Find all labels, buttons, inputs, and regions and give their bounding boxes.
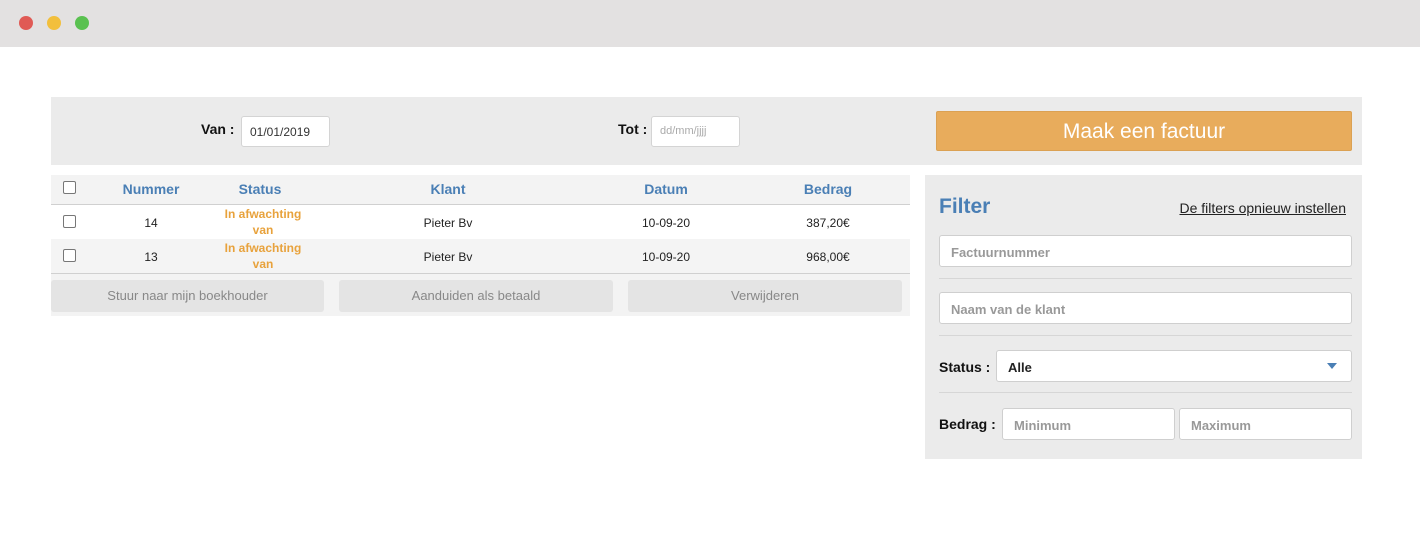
filter-title: Filter — [939, 195, 991, 218]
invoice-number-input[interactable]: Factuurnummer — [939, 235, 1352, 267]
amount-filter-label: Bedrag : — [939, 416, 996, 432]
to-date-label: Tot : — [618, 121, 648, 137]
client-name-input[interactable]: Naam van de klant — [939, 292, 1352, 324]
status-filter-label: Status : — [939, 359, 991, 375]
window-titlebar — [0, 0, 1420, 47]
invoice-table: Nummer Status Klant Datum Bedrag 14 In a… — [51, 175, 910, 316]
to-date-input[interactable]: dd/mm/jjjj — [651, 116, 740, 147]
column-header-date[interactable]: Datum — [616, 181, 716, 197]
status-select-value: Alle — [1008, 360, 1032, 375]
divider — [939, 392, 1352, 393]
delete-button[interactable]: Verwijderen — [628, 280, 902, 312]
column-header-client[interactable]: Klant — [398, 181, 498, 197]
invoice-date: 10-09-20 — [641, 250, 691, 264]
invoice-amount: 387,20€ — [806, 216, 850, 230]
status-text-line1: In afwachting — [224, 241, 302, 255]
invoice-number: 14 — [144, 216, 158, 230]
status-select[interactable]: Alle — [996, 350, 1352, 382]
table-row[interactable]: 14 In afwachting van Pieter Bv 10-09-20 … — [51, 205, 910, 239]
minimize-window-button[interactable] — [47, 16, 61, 30]
invoice-date: 10-09-20 — [641, 216, 691, 230]
from-date-input[interactable]: 01/01/2019 — [241, 116, 330, 147]
table-row[interactable]: 13 In afwachting van Pieter Bv 10-09-20 … — [51, 239, 910, 274]
client-name: Pieter Bv — [423, 216, 473, 230]
create-invoice-button[interactable]: Maak een factuur — [936, 111, 1352, 151]
chevron-down-icon — [1327, 363, 1337, 369]
mark-as-paid-button[interactable]: Aanduiden als betaald — [339, 280, 613, 312]
status-badge: In afwachting van — [210, 240, 316, 272]
column-header-number[interactable]: Nummer — [111, 181, 191, 197]
reset-filters-link[interactable]: De filters opnieuw instellen — [1179, 200, 1346, 216]
status-badge: In afwachting van — [210, 206, 316, 238]
row-checkbox[interactable] — [63, 249, 76, 262]
maximize-window-button[interactable] — [75, 16, 89, 30]
invoice-amount: 968,00€ — [806, 250, 850, 264]
status-text-line2: van — [252, 257, 274, 271]
status-text-line1: In afwachting — [224, 207, 302, 221]
client-name: Pieter Bv — [423, 250, 473, 264]
column-header-amount[interactable]: Bedrag — [778, 181, 878, 197]
column-header-status[interactable]: Status — [220, 181, 300, 197]
close-window-button[interactable] — [19, 16, 33, 30]
amount-maximum-input[interactable]: Maximum — [1179, 408, 1352, 440]
amount-minimum-input[interactable]: Minimum — [1002, 408, 1175, 440]
table-header: Nummer Status Klant Datum Bedrag — [51, 175, 910, 205]
status-text-line2: van — [252, 223, 274, 237]
date-range-toolbar: Van : 01/01/2019 Tot : dd/mm/jjjj Maak e… — [51, 97, 1362, 165]
send-to-accountant-button[interactable]: Stuur naar mijn boekhouder — [51, 280, 324, 312]
filter-panel: Filter De filters opnieuw instellen Fact… — [925, 175, 1362, 459]
invoice-number: 13 — [144, 250, 158, 264]
select-all-checkbox[interactable] — [63, 181, 76, 194]
bulk-actions: Stuur naar mijn boekhouder Aanduiden als… — [51, 280, 910, 312]
divider — [939, 278, 1352, 279]
row-checkbox[interactable] — [63, 215, 76, 228]
from-date-label: Van : — [201, 121, 235, 137]
divider — [939, 335, 1352, 336]
